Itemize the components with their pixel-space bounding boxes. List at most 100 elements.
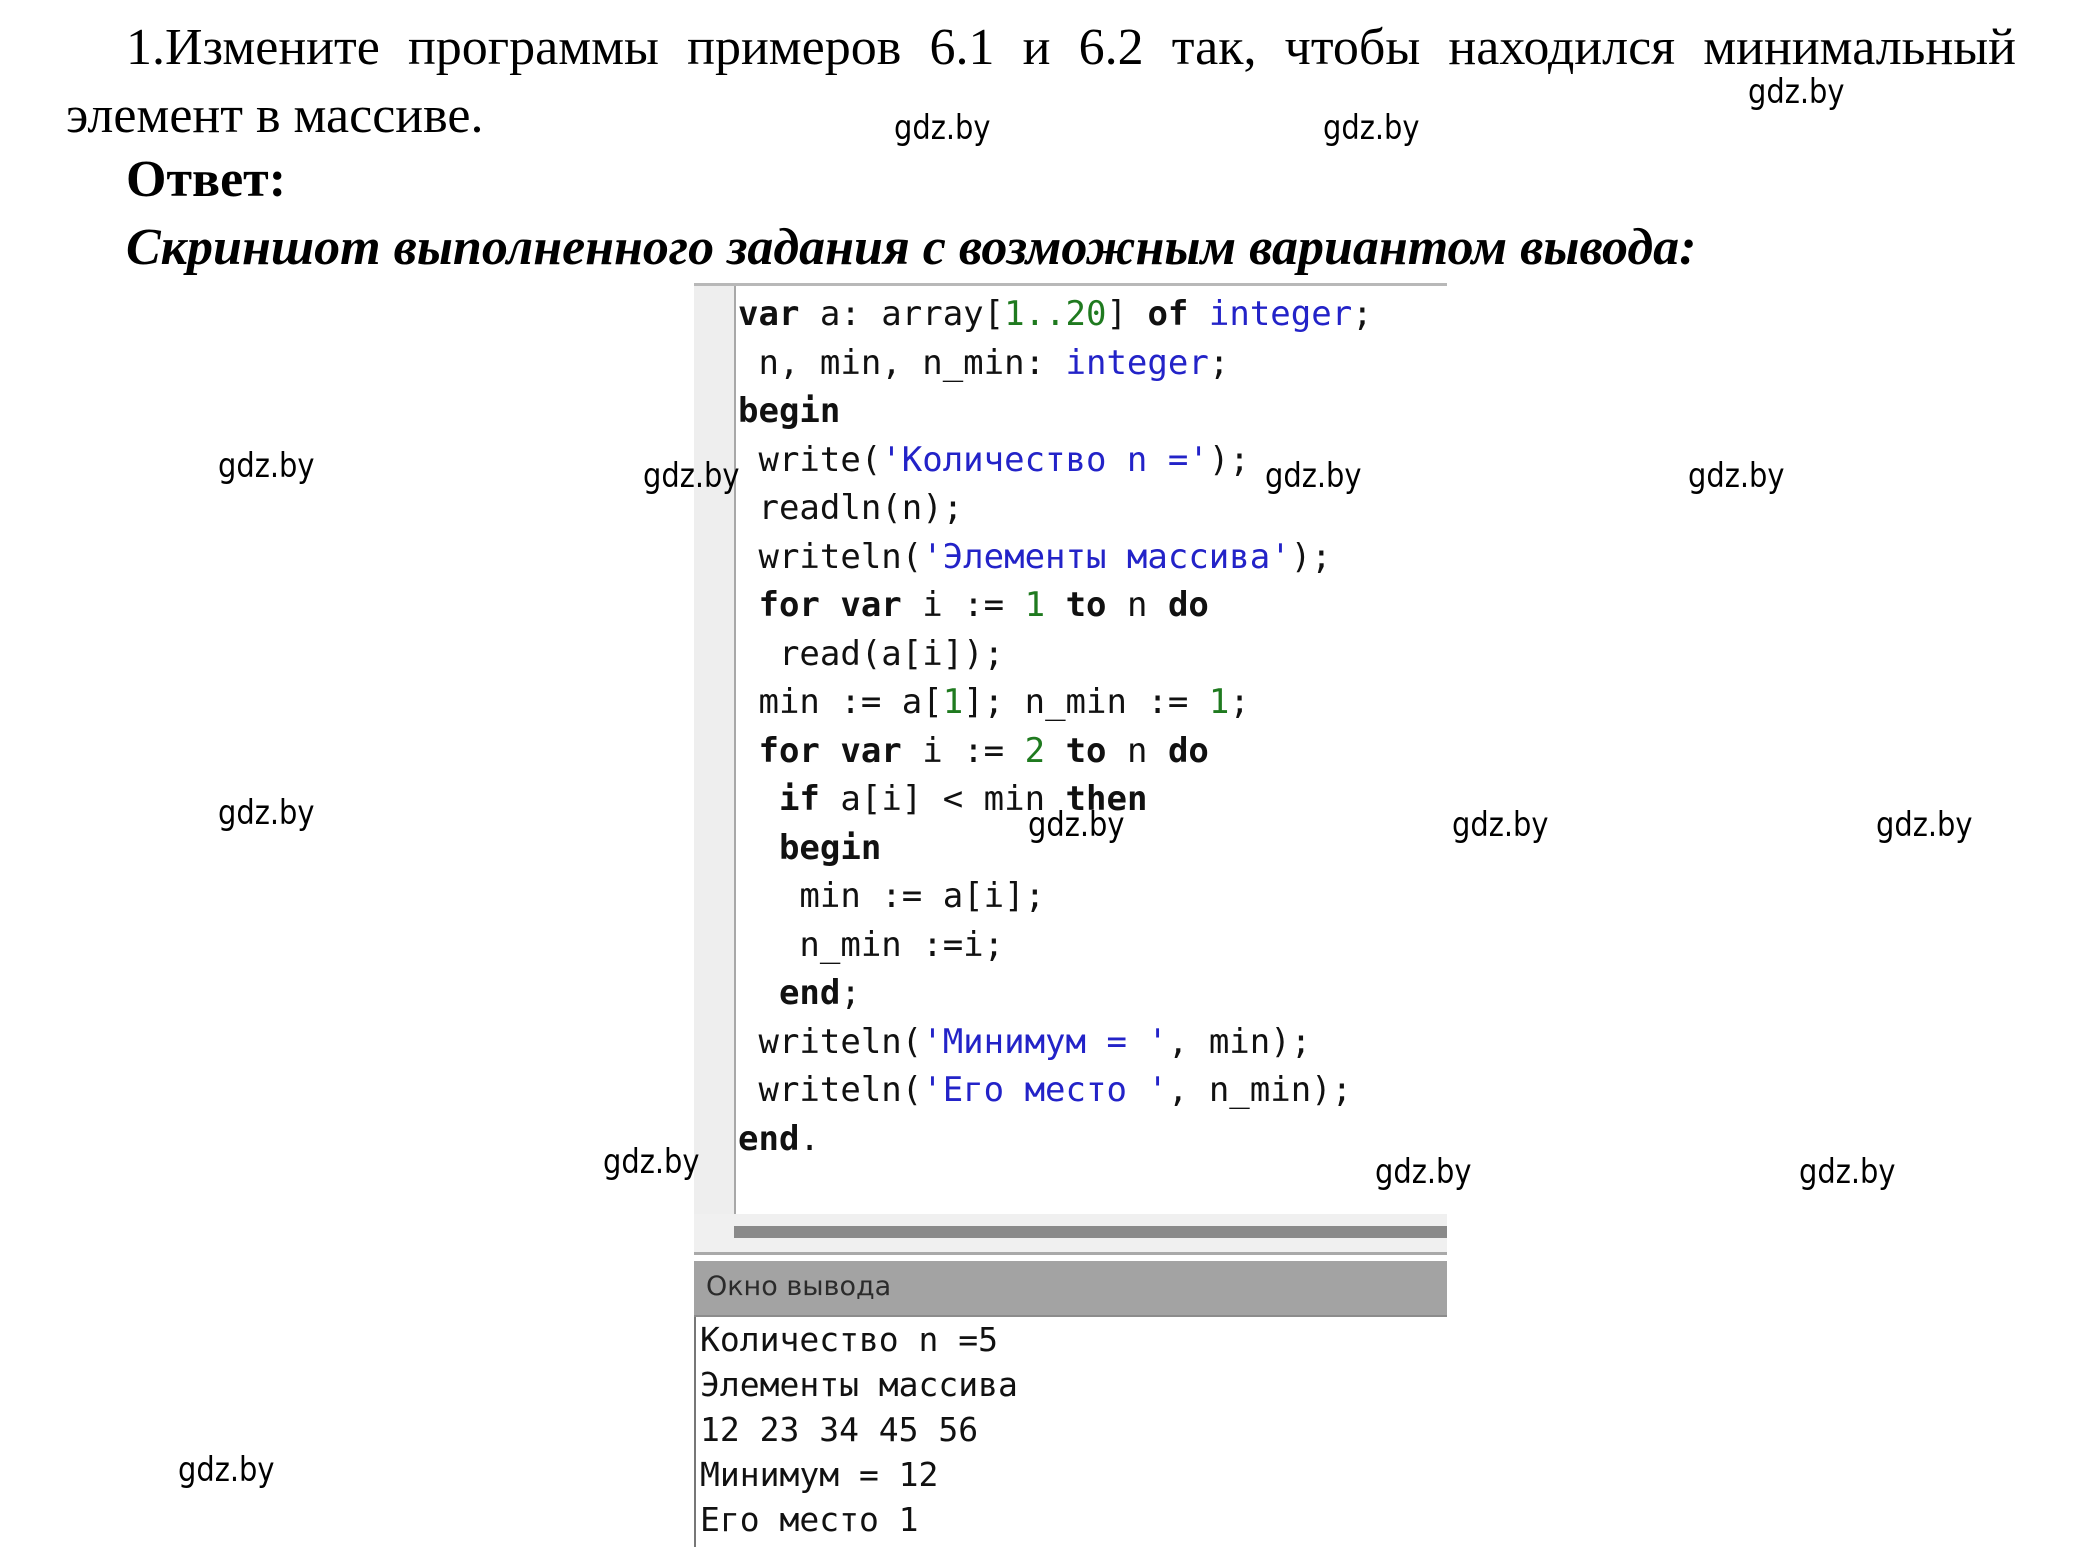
code-line[interactable]: min := a[1]; n_min := 1;: [738, 678, 1373, 727]
code-token: readln(n);: [738, 488, 964, 528]
answer-label: Ответ:: [126, 151, 287, 208]
watermark: gdz.by: [218, 793, 315, 833]
code-token: writeln(: [738, 1021, 923, 1062]
code-text[interactable]: var a: array[1..20] of integer; n, min, …: [738, 290, 1373, 1163]
code-token-num: 2: [1024, 730, 1046, 771]
code-token-kw: for var: [758, 730, 902, 771]
watermark: gdz.by: [894, 108, 991, 148]
code-token-kw: do: [1167, 585, 1209, 625]
code-line[interactable]: writeln('Элементы массива');: [738, 533, 1373, 582]
output-line: Его место 1: [700, 1500, 919, 1539]
code-line[interactable]: end;: [738, 969, 1373, 1018]
code-token-num: 1..20: [1004, 294, 1107, 334]
code-token: n: [1106, 730, 1168, 771]
watermark: gdz.by: [643, 456, 740, 496]
code-line[interactable]: writeln('Его место ', n_min);: [738, 1066, 1373, 1115]
code-line[interactable]: n, min, n_min: integer;: [738, 339, 1373, 388]
code-token-kw: end: [778, 973, 841, 1013]
code-token-kw: begin: [778, 827, 882, 868]
code-token: , min);: [1167, 1021, 1312, 1062]
watermark: gdz.by: [1688, 456, 1785, 496]
code-token: read(a[i]);: [738, 633, 1005, 674]
code-line[interactable]: end.: [738, 1115, 1373, 1164]
code-token: .: [799, 1118, 820, 1159]
task-statement: 1.Измените программы примеров 6.1 и 6.2 …: [66, 19, 2016, 144]
code-token: );: [1290, 536, 1332, 577]
scrollbar-thumb[interactable]: [734, 1226, 1447, 1238]
code-token-kw: do: [1167, 730, 1209, 771]
code-token-kw: to: [1065, 730, 1107, 771]
code-token-kw: end: [738, 1118, 800, 1159]
output-line: Элементы массива: [700, 1365, 1018, 1404]
code-token: ;: [840, 973, 861, 1013]
code-line[interactable]: for var i := 1 to n do: [738, 581, 1373, 630]
code-token-str: 'Элементы массива': [922, 536, 1291, 577]
watermark: gdz.by: [1876, 805, 1973, 845]
code-token-kw: begin: [738, 391, 841, 431]
code-token-num: 1: [1024, 585, 1046, 625]
code-token-str: 'Количество n =': [881, 439, 1209, 480]
code-token: i :=: [901, 585, 1025, 625]
code-token: min := a[: [738, 682, 943, 722]
code-line[interactable]: writeln('Минимум = ', min);: [738, 1018, 1373, 1067]
watermark: gdz.by: [1265, 456, 1362, 496]
line-gutter: [694, 286, 736, 1216]
code-token-str: 'Минимум = ': [922, 1021, 1168, 1062]
panel-splitter[interactable]: [694, 1252, 1447, 1255]
output-line: Минимум = 12: [700, 1455, 939, 1494]
code-token: );: [1208, 439, 1250, 480]
watermark: gdz.by: [1323, 108, 1420, 148]
watermark: gdz.by: [178, 1450, 275, 1490]
code-line[interactable]: var a: array[1..20] of integer;: [738, 290, 1373, 339]
code-token: i :=: [901, 730, 1025, 771]
code-token-kw: for var: [758, 585, 902, 625]
watermark: gdz.by: [218, 446, 315, 486]
code-token: ]; n_min :=: [963, 682, 1209, 722]
code-token: writeln(: [738, 1070, 923, 1110]
code-token-typ: integer: [1208, 294, 1353, 334]
screenshot-caption: Скриншот выполненного задания с возможны…: [126, 219, 1697, 276]
code-token: ]: [1106, 294, 1148, 334]
watermark: gdz.by: [1452, 805, 1549, 845]
code-token: n_min :=i;: [738, 924, 1005, 965]
code-token-kw: of: [1147, 294, 1189, 334]
code-token: , n_min);: [1167, 1070, 1353, 1110]
code-token: ;: [1208, 342, 1230, 383]
code-line[interactable]: read(a[i]);: [738, 630, 1373, 679]
code-token: write(: [738, 439, 882, 480]
code-token: min := a[i];: [738, 876, 1046, 916]
code-editor[interactable]: var a: array[1..20] of integer; n, min, …: [694, 283, 1447, 1255]
watermark: gdz.by: [1748, 72, 1845, 112]
code-line[interactable]: min := a[i];: [738, 872, 1373, 921]
watermark: gdz.by: [1028, 805, 1125, 845]
code-token-str: 'Его место ': [922, 1070, 1168, 1110]
code-line[interactable]: n_min :=i;: [738, 921, 1373, 970]
code-token: ;: [1229, 682, 1250, 722]
code-line[interactable]: begin: [738, 387, 1373, 436]
code-token: a: array[: [799, 294, 1005, 334]
output-window[interactable]: Количество n =5 Элементы массива 12 23 34 …: [694, 1317, 1449, 1547]
code-token-num: 1: [942, 682, 964, 722]
output-window-title: Окно вывода: [706, 1271, 892, 1302]
code-token-kw: if: [778, 779, 820, 819]
code-token: n: [1106, 585, 1168, 625]
code-token-kw: var: [738, 294, 800, 334]
output-window-header: Окно вывода: [694, 1261, 1447, 1317]
watermark: gdz.by: [1799, 1152, 1896, 1192]
code-token-typ: integer: [1065, 342, 1209, 383]
watermark: gdz.by: [603, 1142, 700, 1182]
code-token: writeln(: [738, 536, 923, 577]
watermark: gdz.by: [1375, 1152, 1472, 1192]
code-line[interactable]: for var i := 2 to n do: [738, 727, 1373, 776]
code-token: n, min, n_min:: [738, 342, 1066, 383]
code-token: ;: [1352, 294, 1373, 334]
horizontal-scrollbar[interactable]: [694, 1214, 1447, 1252]
